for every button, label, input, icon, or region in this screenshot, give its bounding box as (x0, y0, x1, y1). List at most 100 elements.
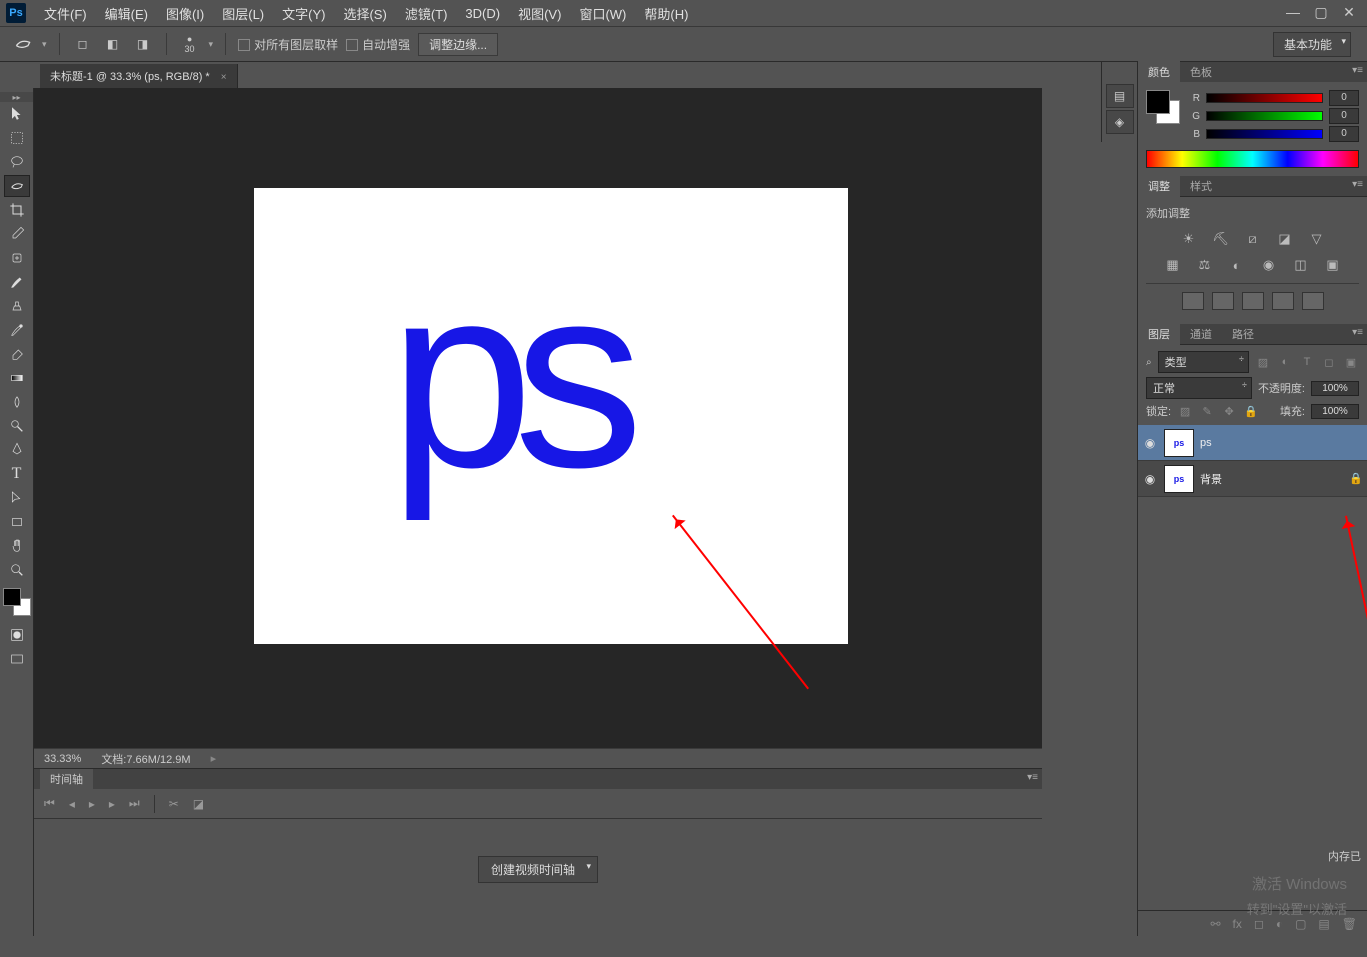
menu-select[interactable]: 选择(S) (335, 1, 394, 26)
red-value-input[interactable]: 0 (1329, 90, 1359, 106)
blend-mode-select[interactable]: 正常 (1146, 377, 1252, 399)
adjustments-panel-tab[interactable]: 调整 (1138, 175, 1180, 197)
filter-shape-icon[interactable]: ◻ (1321, 355, 1337, 369)
gradient-tool[interactable] (4, 367, 30, 389)
menu-type[interactable]: 文字(Y) (274, 1, 333, 26)
crop-tool[interactable] (4, 199, 30, 221)
layer-visibility-icon[interactable]: ◉ (1142, 472, 1158, 486)
move-tool[interactable] (4, 103, 30, 125)
document-tab[interactable]: 未标题-1 @ 33.3% (ps, RGB/8) * × (40, 64, 238, 88)
window-maximize-button[interactable]: ▢ (1307, 2, 1335, 22)
channels-panel-tab[interactable]: 通道 (1180, 323, 1222, 345)
adjustment-preset-1[interactable] (1182, 292, 1204, 310)
layer-visibility-icon[interactable]: ◉ (1142, 436, 1158, 450)
eraser-tool[interactable] (4, 343, 30, 365)
workspace-switcher[interactable]: 基本功能 (1273, 32, 1351, 57)
exposure-adjustment-icon[interactable]: ◪ (1274, 229, 1296, 249)
filter-smart-icon[interactable]: ▣ (1343, 355, 1359, 369)
create-video-timeline-button[interactable]: 创建视频时间轴 (478, 856, 598, 883)
adjustment-preset-2[interactable] (1212, 292, 1234, 310)
timeline-prev-frame-icon[interactable]: ◂ (69, 797, 75, 811)
lock-transparency-icon[interactable]: ▨ (1177, 404, 1193, 418)
new-adjustment-layer-icon[interactable]: ◐ (1276, 917, 1283, 931)
doc-size-info[interactable]: 文档:7.66M/12.9M (101, 751, 190, 767)
current-tool-icon[interactable] (12, 33, 34, 55)
delete-layer-icon[interactable]: 🗑 (1342, 917, 1357, 931)
properties-panel-icon[interactable]: ◈ (1106, 110, 1134, 134)
blur-tool[interactable] (4, 391, 30, 413)
curves-adjustment-icon[interactable]: ⧄ (1242, 229, 1264, 249)
quick-mask-tool[interactable] (4, 624, 30, 646)
blue-value-input[interactable]: 0 (1329, 126, 1359, 142)
menu-filter[interactable]: 滤镜(T) (397, 1, 456, 26)
menu-file[interactable]: 文件(F) (36, 1, 95, 26)
foreground-color-swatch[interactable] (3, 588, 21, 606)
layer-fx-icon[interactable]: fx (1233, 917, 1242, 931)
history-panel-icon[interactable]: ▤ (1106, 84, 1134, 108)
link-layers-icon[interactable]: ⚯ (1210, 917, 1220, 931)
layer-mask-icon[interactable]: ◻ (1254, 917, 1264, 931)
layer-name-label[interactable]: 背景 (1200, 471, 1343, 487)
filter-type-icon[interactable]: T (1299, 355, 1315, 369)
window-minimize-button[interactable]: — (1279, 2, 1307, 22)
menu-3d[interactable]: 3D(D) (457, 3, 508, 24)
pen-tool[interactable] (4, 439, 30, 461)
timeline-cut-icon[interactable]: ✂ (169, 797, 179, 811)
menu-view[interactable]: 视图(V) (510, 1, 569, 26)
add-selection-icon[interactable]: ◧ (102, 33, 124, 55)
color-preview-swatches[interactable] (1146, 90, 1180, 124)
adjustment-preset-3[interactable] (1242, 292, 1264, 310)
dodge-tool[interactable] (4, 415, 30, 437)
zoom-level[interactable]: 33.33% (44, 753, 81, 765)
adjustments-panel-menu-icon[interactable]: ▾≡ (1352, 179, 1363, 190)
filter-pixel-icon[interactable]: ▨ (1255, 355, 1271, 369)
paths-panel-tab[interactable]: 路径 (1222, 323, 1264, 345)
window-close-button[interactable]: ✕ (1335, 2, 1363, 22)
adjustment-preset-4[interactable] (1272, 292, 1294, 310)
layer-item[interactable]: ◉ ps 背景 🔒 (1138, 461, 1367, 497)
fill-input[interactable]: 100% (1311, 404, 1359, 419)
brush-tool[interactable] (4, 271, 30, 293)
eyedropper-tool[interactable] (4, 223, 30, 245)
bw-adjustment-icon[interactable]: ◐ (1226, 255, 1248, 275)
path-selection-tool[interactable] (4, 487, 30, 509)
timeline-last-frame-icon[interactable]: ⏭ (129, 796, 140, 811)
hand-tool[interactable] (4, 535, 30, 557)
blue-slider[interactable] (1206, 129, 1323, 139)
photo-filter-adjustment-icon[interactable]: ◉ (1258, 255, 1280, 275)
layer-thumbnail[interactable]: ps (1164, 465, 1194, 493)
menu-image[interactable]: 图像(I) (158, 1, 212, 26)
color-swatches[interactable] (3, 588, 31, 616)
hue-adjustment-icon[interactable]: ▦ (1162, 255, 1184, 275)
quick-selection-tool[interactable] (4, 175, 30, 197)
screen-mode-tool[interactable] (4, 648, 30, 670)
styles-panel-tab[interactable]: 样式 (1180, 175, 1222, 197)
menu-help[interactable]: 帮助(H) (636, 1, 696, 26)
lasso-tool[interactable] (4, 151, 30, 173)
menu-window[interactable]: 窗口(W) (571, 1, 634, 26)
menu-edit[interactable]: 编辑(E) (97, 1, 156, 26)
new-layer-icon[interactable]: ▤ (1318, 917, 1329, 931)
green-value-input[interactable]: 0 (1329, 108, 1359, 124)
timeline-tab[interactable]: 时间轴 (40, 769, 93, 789)
layers-panel-menu-icon[interactable]: ▾≡ (1352, 327, 1363, 338)
history-brush-tool[interactable] (4, 319, 30, 341)
clone-stamp-tool[interactable] (4, 295, 30, 317)
close-tab-icon[interactable]: × (221, 72, 227, 83)
brush-preset-icon[interactable]: ●30 (179, 33, 201, 55)
layer-lock-icon[interactable]: 🔒 (1349, 472, 1363, 485)
auto-enhance-checkbox[interactable]: 自动增强 (346, 36, 410, 53)
canvas[interactable]: ps (254, 188, 848, 644)
marquee-tool[interactable] (4, 127, 30, 149)
rectangle-tool[interactable] (4, 511, 30, 533)
subtract-selection-icon[interactable]: ◨ (132, 33, 154, 55)
new-group-icon[interactable]: ▢ (1295, 917, 1306, 931)
layer-name-label[interactable]: ps (1200, 437, 1363, 449)
timeline-first-frame-icon[interactable]: ⏮ (44, 796, 55, 811)
channel-mixer-adjustment-icon[interactable]: ◫ (1290, 255, 1312, 275)
red-slider[interactable] (1206, 93, 1323, 103)
color-panel-menu-icon[interactable]: ▾≡ (1352, 65, 1363, 76)
menu-layer[interactable]: 图层(L) (214, 1, 272, 26)
healing-brush-tool[interactable] (4, 247, 30, 269)
canvas-area[interactable]: ps (34, 88, 1042, 748)
